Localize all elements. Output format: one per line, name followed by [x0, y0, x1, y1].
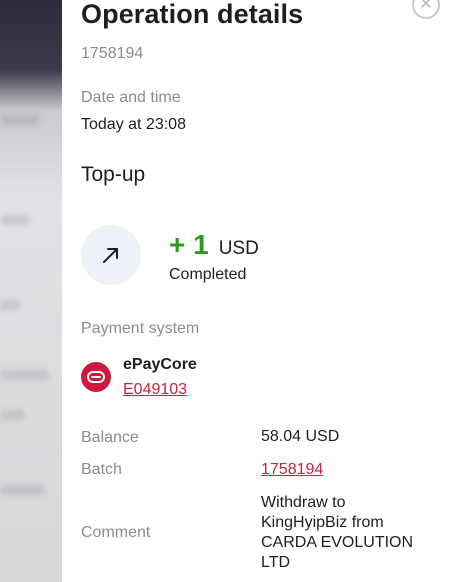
background-overlay	[0, 0, 62, 582]
page-title: Operation details	[81, 0, 304, 29]
batch-label: Batch	[81, 461, 122, 478]
amount-row: + 1 USD	[169, 229, 259, 261]
balance-label: Balance	[81, 429, 139, 446]
background-blur-line	[0, 485, 45, 495]
background-blur-line	[0, 300, 20, 310]
background-blur-line	[0, 410, 25, 420]
comment-label: Comment	[81, 524, 151, 541]
background-blur-line	[0, 370, 50, 380]
background-blur-line	[0, 115, 40, 125]
payment-system-label: Payment system	[81, 320, 200, 337]
date-time-label: Date and time	[81, 89, 181, 106]
date-time-value: Today at 23:08	[81, 116, 186, 133]
balance-value: 58.04 USD	[261, 428, 340, 445]
operation-id: 1758194	[81, 45, 144, 62]
background-blur-line	[0, 215, 30, 225]
arrow-up-right-icon	[103, 248, 118, 263]
close-button[interactable]: ✕	[412, 0, 440, 19]
payment-account-link[interactable]: E049103	[123, 381, 187, 399]
status-text: Completed	[169, 266, 247, 283]
amount-value: + 1	[169, 229, 209, 260]
epaycore-mark	[87, 371, 105, 383]
operation-type: Top-up	[81, 163, 146, 186]
operation-icon-badge	[81, 225, 141, 285]
payment-system-name: ePayCore	[123, 356, 197, 373]
amount-currency: USD	[218, 238, 259, 259]
close-icon: ✕	[419, 0, 433, 13]
operation-details-panel: Operation details ✕ 1758194 Date and tim…	[62, 0, 460, 582]
batch-link[interactable]: 1758194	[261, 461, 323, 479]
comment-value: Withdraw to KingHyipBiz from CARDA EVOLU…	[261, 494, 414, 571]
epaycore-logo-icon	[81, 362, 111, 392]
